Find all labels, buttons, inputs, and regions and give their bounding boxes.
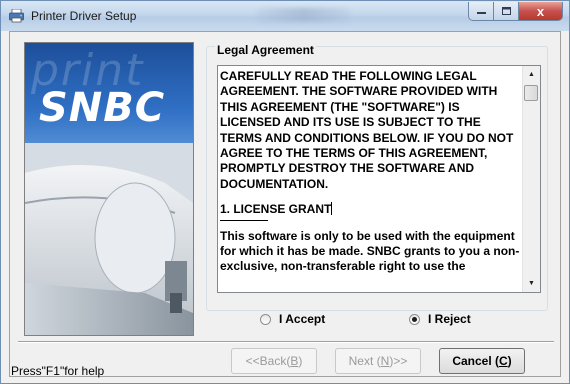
reject-radio[interactable]: I Reject [409, 312, 471, 326]
back-button[interactable]: <<Back(B) [231, 348, 317, 374]
printer-illustration [25, 143, 193, 335]
license-paragraph-grant: This software is only to be used with th… [220, 228, 520, 274]
cancel-mnemonic: C [499, 354, 508, 368]
license-heading-grant: 1. LICENSE GRANT [220, 202, 520, 217]
title-bar[interactable]: Printer Driver Setup x [1, 1, 569, 31]
setup-window: Printer Driver Setup x print SNBC Legal … [0, 0, 570, 384]
window-title: Printer Driver Setup [31, 9, 137, 23]
accept-radio[interactable]: I Accept [260, 312, 325, 326]
agreement-options: I Accept I Reject [206, 312, 548, 332]
next-label-pre: Next ( [348, 354, 381, 368]
heading-underline [220, 219, 268, 221]
license-text: CAREFULLY READ THE FOLLOWING LEGAL AGREE… [220, 69, 520, 275]
brand-logo: SNBC [39, 85, 166, 131]
dialog-footer: Press"F1"for help <<Back(B) Next (N)>> C… [9, 346, 561, 378]
back-label-post: ) [298, 354, 303, 368]
cancel-label-post: ) [507, 354, 512, 368]
close-icon: x [536, 3, 545, 19]
next-mnemonic: N [380, 354, 390, 368]
cancel-button[interactable]: Cancel (C) [439, 348, 525, 374]
maximize-icon [501, 7, 511, 15]
help-hint: Press"F1"for help [11, 364, 105, 378]
printer-setup-icon[interactable] [9, 8, 25, 23]
reject-radio-circle[interactable] [409, 313, 420, 325]
license-area: Legal Agreement CAREFULLY READ THE FOLLO… [206, 42, 548, 326]
footer-divider [18, 341, 554, 343]
next-button[interactable]: Next (N)>> [335, 348, 421, 374]
minimize-icon [476, 12, 486, 14]
legal-agreement-group: Legal Agreement CAREFULLY READ THE FOLLO… [206, 43, 548, 311]
next-label-post: )>> [389, 354, 408, 368]
setup-dialog-body: print SNBC Legal Agreement CAREFULLY REA… [9, 31, 561, 377]
logo-banner: print SNBC [25, 43, 193, 153]
cancel-label-pre: Cancel ( [452, 354, 499, 368]
license-scrollbar[interactable]: ▲ ▼ [522, 66, 540, 292]
license-text-box[interactable]: CAREFULLY READ THE FOLLOWING LEGAL AGREE… [217, 65, 541, 293]
maximize-button[interactable] [494, 2, 519, 21]
accept-radio-circle[interactable] [260, 313, 271, 325]
brand-image-panel: print SNBC [24, 42, 194, 336]
accept-radio-label: I Accept [279, 312, 326, 326]
text-caret [331, 202, 333, 216]
scroll-up-arrow-icon[interactable]: ▲ [523, 66, 540, 83]
minimize-button[interactable] [468, 2, 494, 21]
license-paragraph-intro: CAREFULLY READ THE FOLLOWING LEGAL AGREE… [220, 69, 514, 191]
reject-radio-label: I Reject [428, 312, 471, 326]
back-mnemonic: B [290, 354, 299, 368]
radio-selected-dot [412, 316, 417, 322]
group-label: Legal Agreement [215, 43, 316, 57]
close-button[interactable]: x [519, 2, 563, 21]
back-label-pre: <<Back( [245, 354, 291, 368]
title-bar-blur [256, 8, 351, 22]
scroll-thumb[interactable] [524, 85, 538, 101]
scroll-down-arrow-icon[interactable]: ▼ [523, 275, 540, 292]
window-controls: x [468, 2, 563, 22]
license-heading-text: 1. LICENSE GRANT [220, 202, 332, 217]
